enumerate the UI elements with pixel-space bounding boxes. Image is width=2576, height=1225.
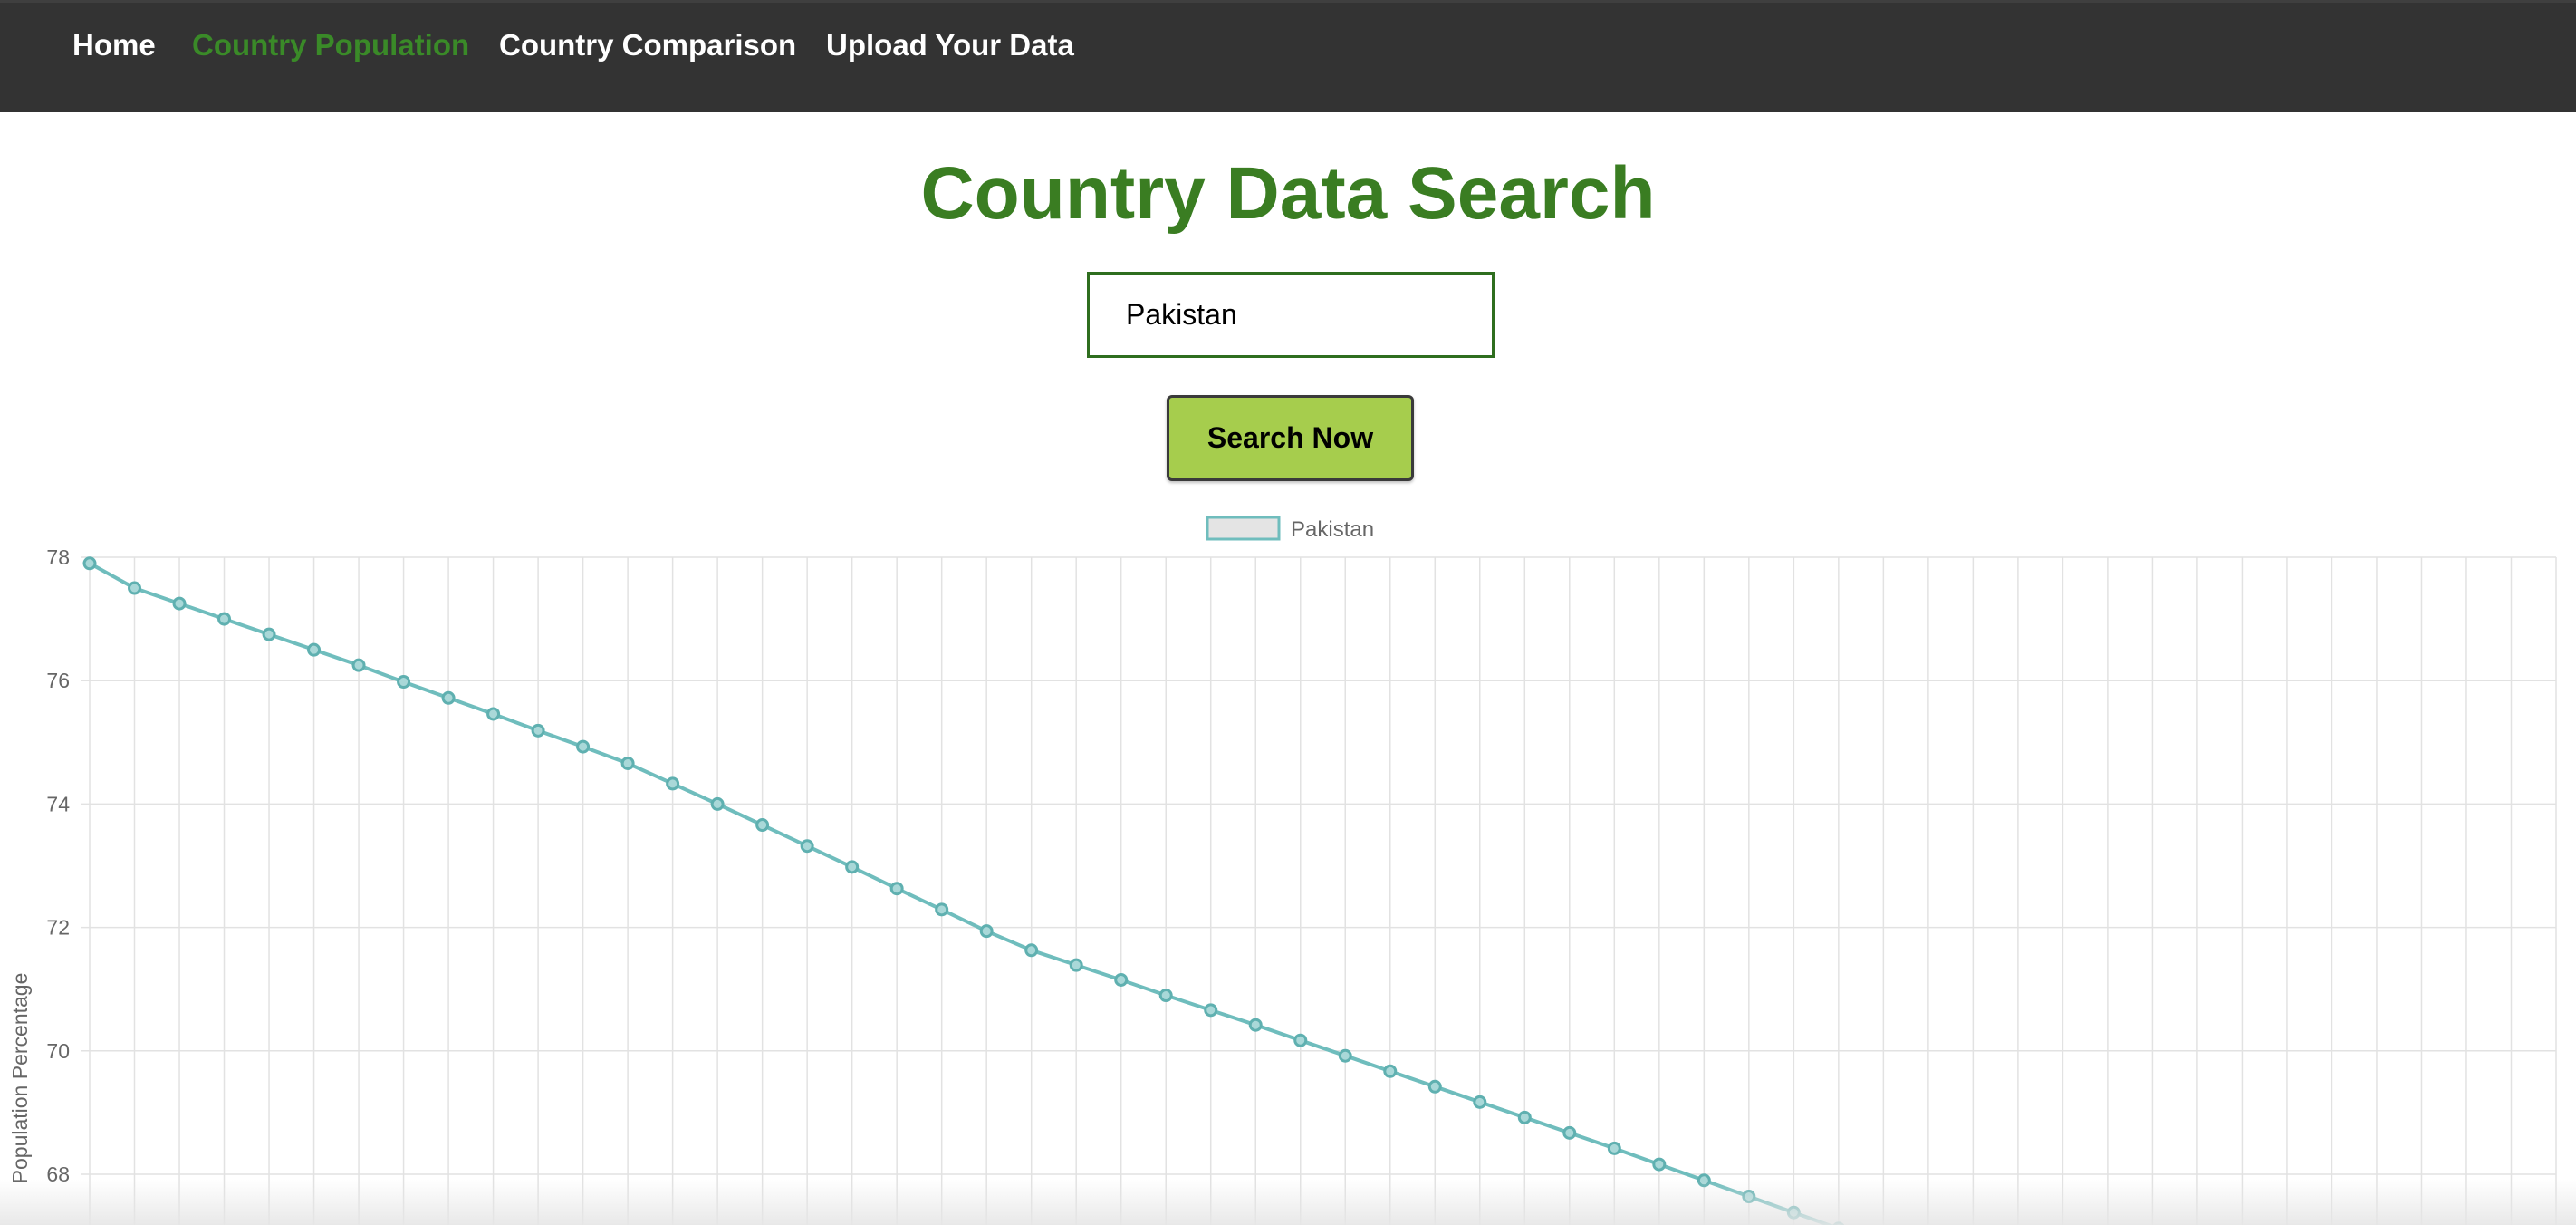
data-point <box>1562 1125 1577 1140</box>
data-point <box>1742 1190 1756 1204</box>
y-tick-label: 78 <box>46 545 70 569</box>
data-point <box>1114 972 1129 987</box>
data-point <box>351 658 366 672</box>
data-point <box>1338 1048 1352 1063</box>
data-point <box>576 739 591 754</box>
data-point <box>1473 1095 1487 1109</box>
data-point <box>262 627 276 641</box>
chart-y-axis-label: Population Percentage <box>8 973 32 1184</box>
data-point <box>935 902 949 917</box>
data-point <box>620 756 635 770</box>
data-point <box>800 839 814 854</box>
chart-grid <box>81 556 2557 1225</box>
population-line-chart: 78 76 74 72 70 68 Population Percentage Pakis… <box>8 516 2557 1225</box>
data-point <box>1383 1064 1398 1078</box>
data-point <box>666 776 680 791</box>
data-point <box>1158 989 1173 1003</box>
chart-legend: Pakistan <box>1206 516 1374 542</box>
y-tick-label: 74 <box>46 792 70 815</box>
chart-y-ticks: 78 76 74 72 70 68 <box>46 545 70 1186</box>
data-point <box>1069 958 1083 972</box>
data-point <box>397 675 411 690</box>
data-point <box>441 690 456 705</box>
data-point <box>1248 1018 1263 1032</box>
y-tick-label: 76 <box>46 669 70 692</box>
data-point <box>1024 943 1039 958</box>
data-point <box>172 596 187 611</box>
y-tick-label: 70 <box>46 1039 70 1063</box>
data-point <box>845 860 860 874</box>
data-point <box>531 723 545 738</box>
legend-label: Pakistan <box>1291 517 1374 542</box>
data-point <box>128 581 142 595</box>
data-point <box>82 556 97 571</box>
data-point <box>1607 1141 1621 1155</box>
data-point <box>217 612 232 626</box>
data-point <box>1697 1173 1711 1188</box>
data-point <box>979 924 994 939</box>
y-tick-label: 68 <box>46 1162 70 1186</box>
data-point <box>710 796 725 811</box>
data-point <box>307 642 322 657</box>
data-point <box>1517 1110 1532 1124</box>
y-tick-label: 72 <box>46 916 70 940</box>
data-point <box>1786 1205 1801 1220</box>
series-line-pakistan <box>89 562 1834 1225</box>
data-point <box>1652 1157 1667 1172</box>
data-point <box>1427 1079 1442 1094</box>
series-points-pakistan <box>82 556 1845 1225</box>
data-point <box>486 707 501 721</box>
legend-swatch <box>1206 516 1281 541</box>
data-point <box>1293 1033 1308 1047</box>
data-point <box>1204 1003 1218 1018</box>
data-point <box>755 818 770 833</box>
data-point <box>889 882 904 896</box>
